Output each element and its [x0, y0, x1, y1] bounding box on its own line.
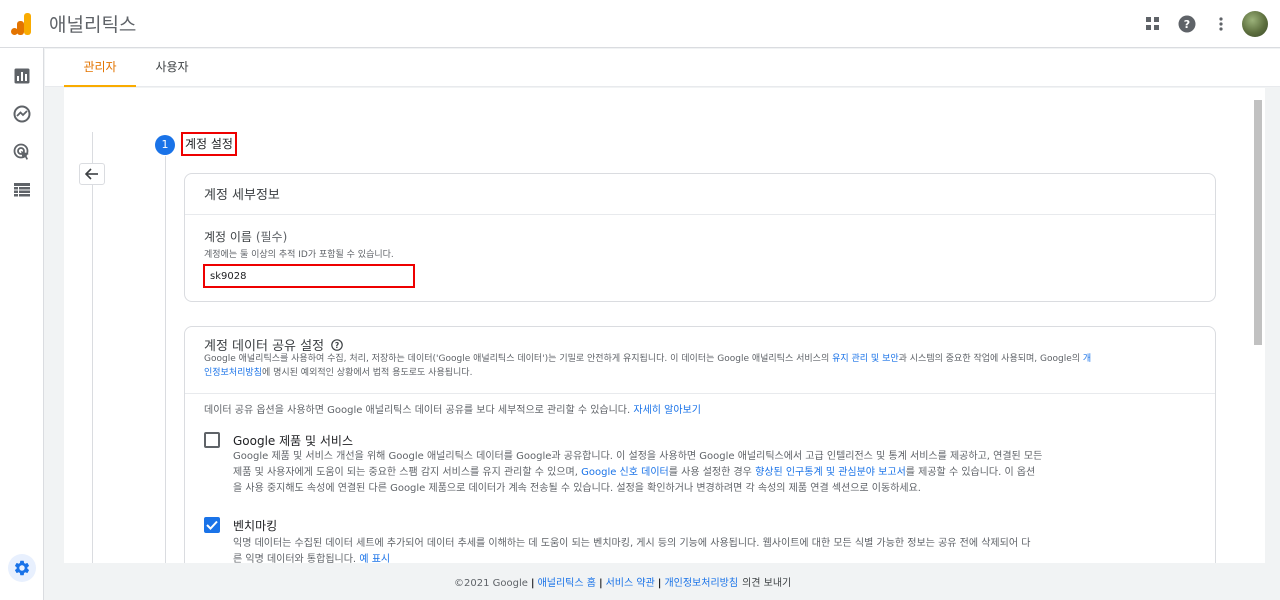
avatar[interactable] — [1242, 11, 1268, 37]
scrollbar[interactable] — [1254, 100, 1262, 345]
card-title: 계정 세부정보 — [204, 188, 280, 203]
check-icon — [206, 520, 218, 530]
google-products-checkbox[interactable] — [204, 432, 220, 448]
left-nav-rail — [0, 48, 44, 600]
admin-tabs: 관리자 사용자 — [45, 49, 1280, 87]
link-demographics-reports[interactable]: 향상된 인구통계 및 관심분야 보고서 — [755, 467, 906, 478]
card-divider — [185, 393, 1215, 394]
data-sharing-intro: 데이터 공유 옵션을 사용하면 Google 애널리틱스 데이터 공유를 보다 … — [204, 405, 701, 416]
help-circle-icon: ? — [331, 339, 343, 351]
tab-user[interactable]: 사용자 — [136, 49, 208, 87]
bar-chart-icon[interactable] — [10, 64, 34, 88]
link-privacy-policy-b[interactable]: 인정보처리방침 — [204, 368, 262, 378]
footer-link-terms[interactable]: 서비스 약관 — [606, 578, 655, 589]
data-sharing-description: Google 애널리틱스를 사용하여 수집, 처리, 저장하는 데이터('Goo… — [204, 354, 1092, 378]
advertising-icon[interactable] — [10, 140, 34, 164]
svg-text:?: ? — [1184, 18, 1190, 31]
table-icon[interactable] — [10, 178, 34, 202]
back-button[interactable] — [79, 163, 105, 185]
gear-icon[interactable] — [8, 554, 36, 582]
footer: ©2021 Google | 애널리틱스 홈 | 서비스 약관 | 개인정보처리방침 의견 보… — [454, 578, 792, 589]
explore-icon[interactable] — [10, 102, 34, 126]
app-title[interactable]: 애널리틱스 — [49, 10, 136, 37]
top-actions: ? — [1136, 0, 1272, 48]
footer-link-analytics-home[interactable]: 애널리틱스 홈 — [538, 578, 596, 589]
step-title: 계정 설정 — [181, 132, 237, 156]
step-connector — [165, 156, 166, 563]
top-app-bar: 애널리틱스 ? — [0, 0, 1280, 48]
benchmarking-title: 벤치마킹 — [233, 519, 278, 533]
apps-icon[interactable] — [1136, 7, 1170, 41]
benchmarking-checkbox[interactable] — [204, 517, 220, 533]
back-arrow-icon — [85, 168, 98, 180]
tab-admin[interactable]: 관리자 — [64, 49, 136, 87]
step-number-badge: 1 — [155, 135, 175, 155]
account-name-input[interactable] — [203, 264, 415, 288]
footer-link-privacy[interactable]: 개인정보처리방침 — [664, 578, 738, 589]
svg-text:?: ? — [335, 341, 339, 350]
copyright: ©2021 Google — [454, 578, 528, 589]
more-vert-icon[interactable] — [1204, 7, 1238, 41]
link-privacy-policy-a[interactable]: 개 — [1083, 354, 1091, 364]
card-divider — [185, 214, 1215, 215]
account-name-hint: 계정에는 둘 이상의 추적 ID가 포함될 수 있습니다. — [204, 250, 394, 260]
link-google-signals[interactable]: Google 신호 데이터 — [581, 467, 669, 478]
google-products-title: Google 제품 및 서비스 — [233, 434, 354, 448]
learn-more-link[interactable]: 자세히 알아보기 — [633, 405, 701, 416]
analytics-logo-icon[interactable] — [10, 12, 34, 36]
account-name-label: 계정 이름 (필수) — [204, 230, 288, 244]
google-products-description: Google 제품 및 서비스 개선을 위해 Google 애널리틱스 데이터를… — [233, 451, 1043, 494]
outer-divider — [92, 132, 93, 563]
help-icon[interactable]: ? — [1170, 7, 1204, 41]
link-maintenance-security[interactable]: 유지 관리 및 보안 — [832, 354, 899, 364]
feedback-link[interactable]: 의견 보내기 — [742, 578, 791, 589]
